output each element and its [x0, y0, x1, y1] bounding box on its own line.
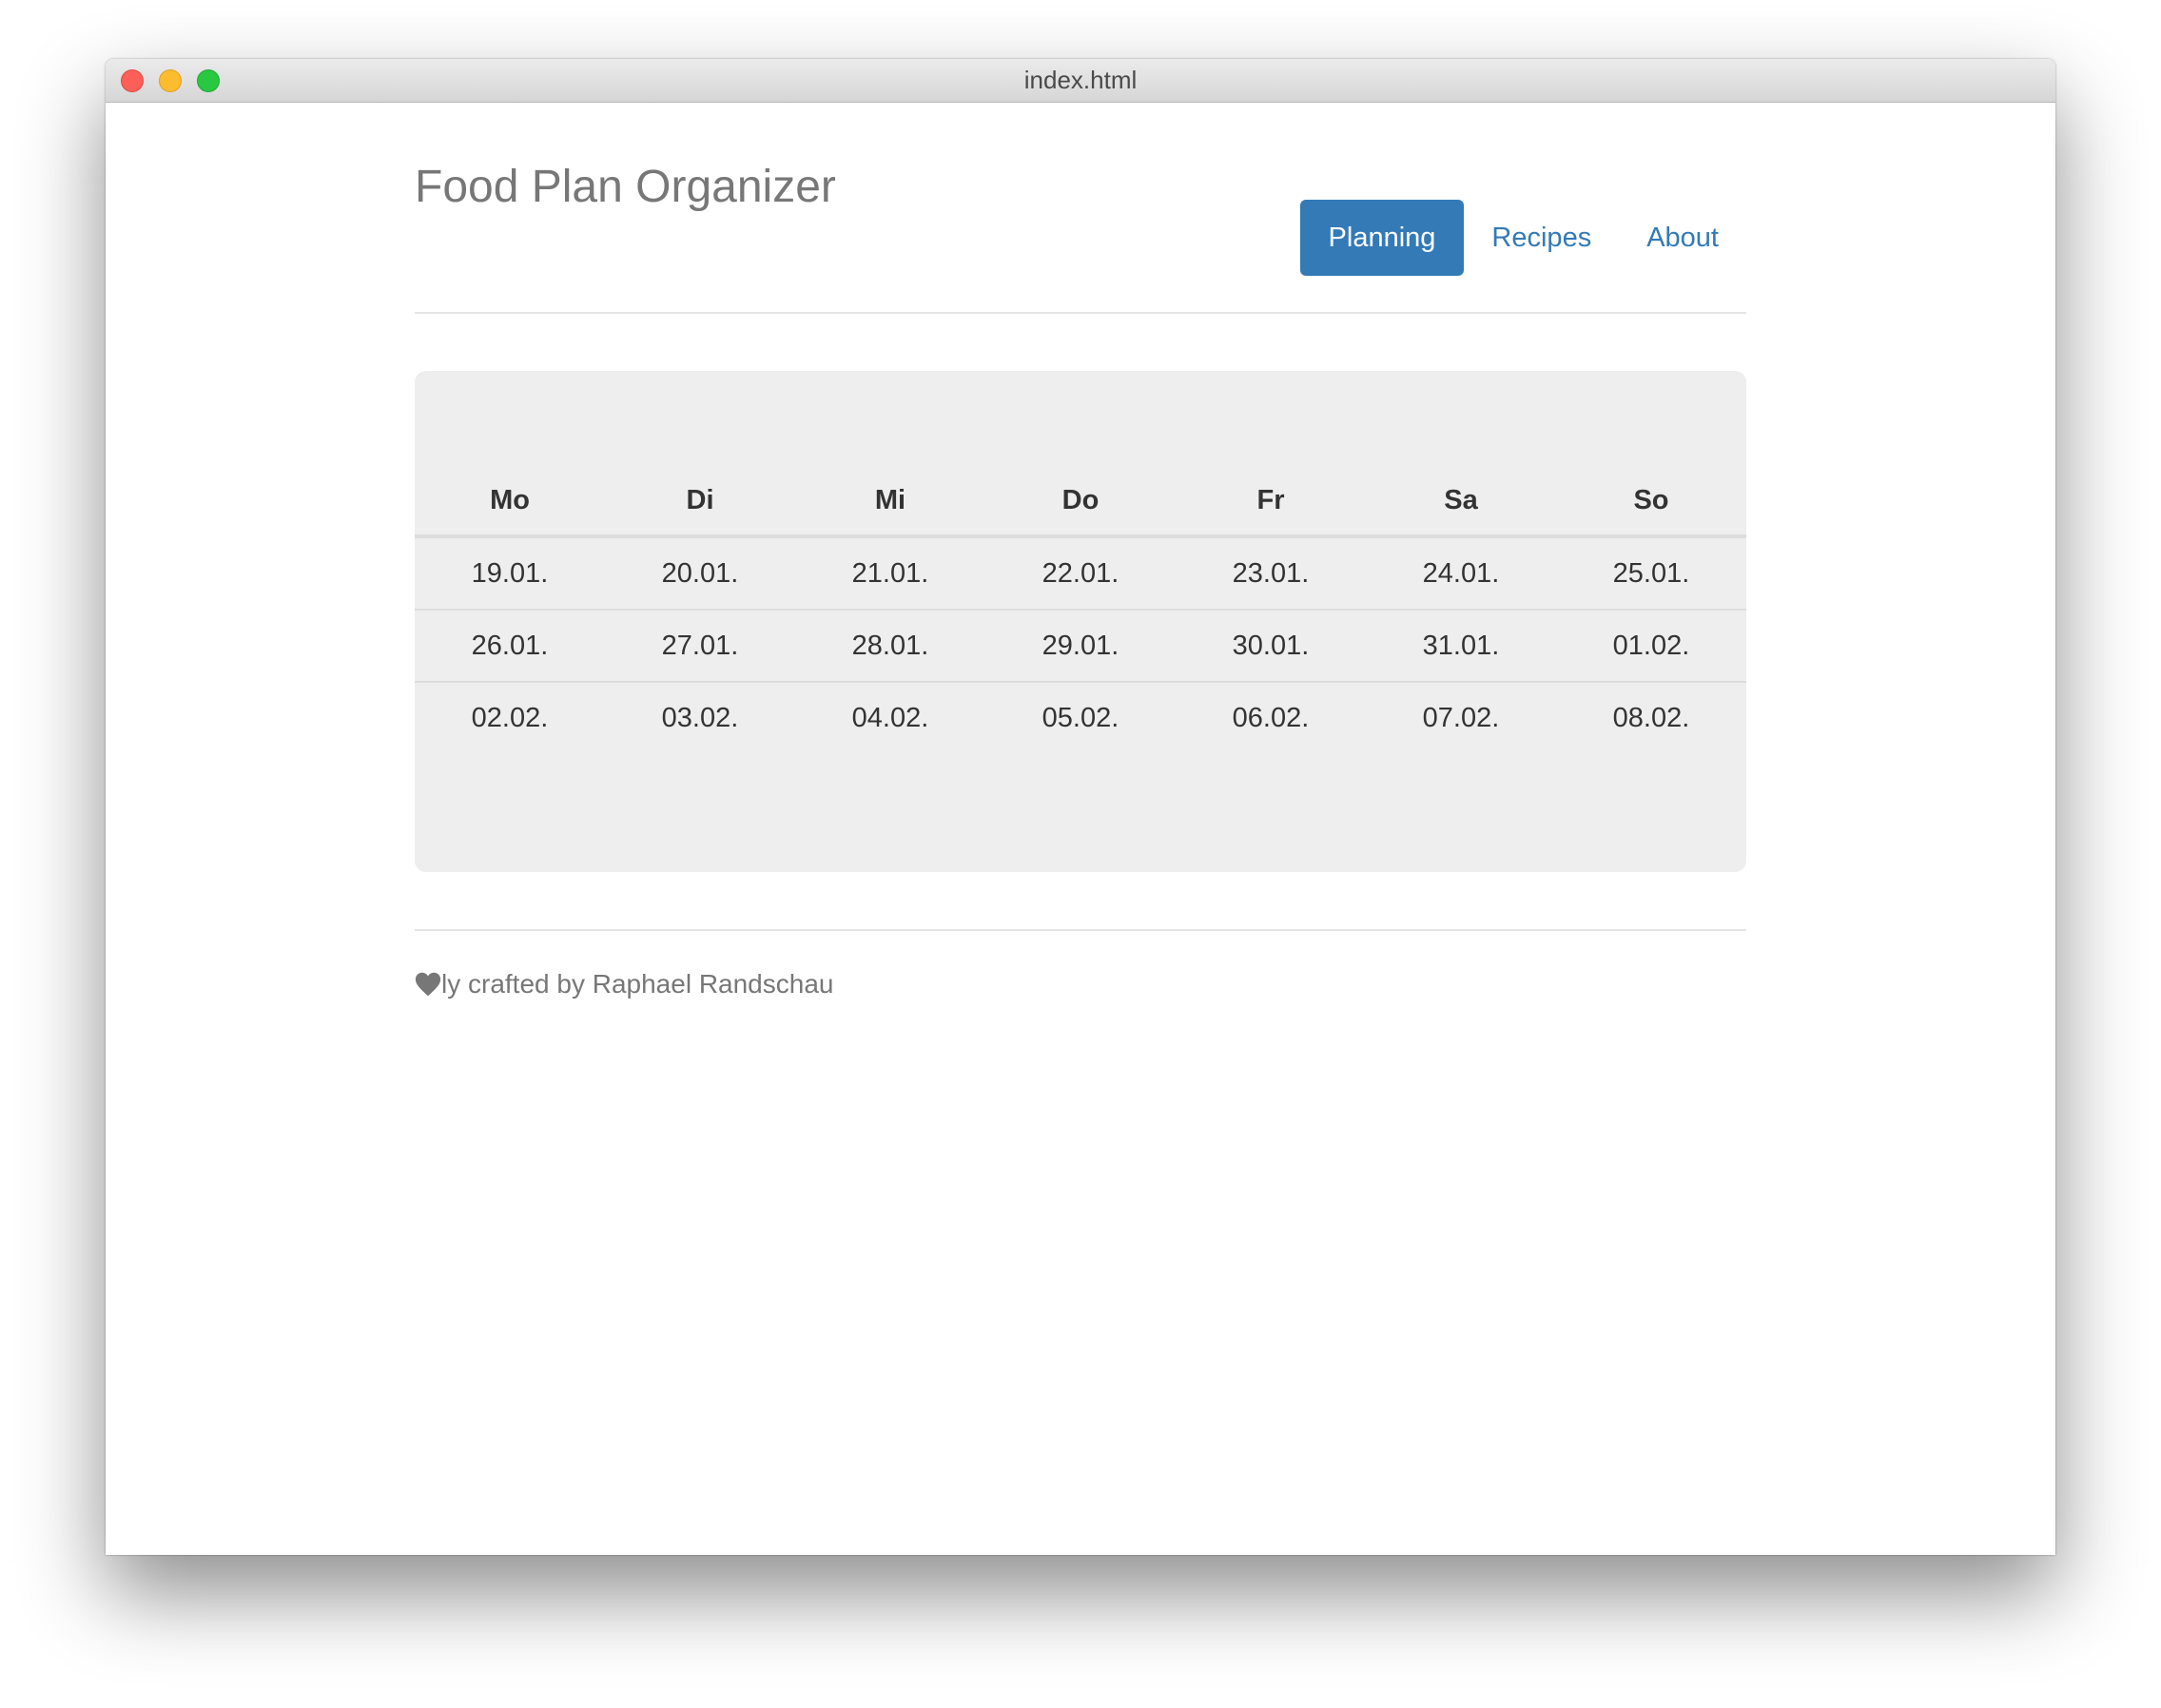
- calendar-date-cell[interactable]: 03.02.: [605, 681, 795, 753]
- calendar-date-cell[interactable]: 27.01.: [605, 609, 795, 682]
- main-nav: Planning Recipes About: [1299, 200, 1746, 276]
- calendar-table: Mo Di Mi Do Fr Sa So 19.01. 20.01. 21.01…: [415, 466, 1746, 753]
- calendar-header-row: Mo Di Mi Do Fr Sa So: [415, 466, 1746, 538]
- brand-title: Food Plan Organizer: [415, 162, 836, 212]
- calendar-week-row: 19.01. 20.01. 21.01. 22.01. 23.01. 24.01…: [415, 536, 1746, 610]
- calendar-date-cell[interactable]: 25.01.: [1556, 536, 1746, 610]
- calendar-date-cell[interactable]: 02.02.: [415, 681, 605, 753]
- calendar-date-cell[interactable]: 05.02.: [985, 681, 1176, 753]
- day-header: Sa: [1366, 466, 1556, 538]
- calendar-date-cell[interactable]: 01.02.: [1556, 609, 1746, 682]
- heart-icon: [415, 972, 441, 997]
- nav-recipes[interactable]: Recipes: [1464, 200, 1619, 276]
- browser-window: index.html Food Plan Organizer Planning …: [106, 59, 2055, 1555]
- calendar-date-cell[interactable]: 29.01.: [985, 609, 1176, 682]
- footer-text: ly crafted by Raphael Randschau: [441, 969, 834, 999]
- day-header: Di: [605, 466, 795, 538]
- calendar-date-cell[interactable]: 22.01.: [985, 536, 1176, 610]
- page-container: Food Plan Organizer Planning Recipes Abo…: [415, 102, 1746, 999]
- calendar-date-cell[interactable]: 31.01.: [1366, 609, 1556, 682]
- calendar-date-cell[interactable]: 19.01.: [415, 536, 605, 610]
- page-header: Food Plan Organizer Planning Recipes Abo…: [415, 102, 1746, 314]
- calendar-date-cell[interactable]: 06.02.: [1176, 681, 1366, 753]
- calendar-date-cell[interactable]: 24.01.: [1366, 536, 1556, 610]
- calendar-date-cell[interactable]: 26.01.: [415, 609, 605, 682]
- nav-about[interactable]: About: [1619, 200, 1746, 276]
- calendar-date-cell[interactable]: 28.01.: [795, 609, 985, 682]
- day-header: Mi: [795, 466, 985, 538]
- calendar-date-cell[interactable]: 21.01.: [795, 536, 985, 610]
- footer-credit: ly crafted by Raphael Randschau: [415, 969, 1746, 1000]
- day-header: Do: [985, 466, 1176, 538]
- day-header: So: [1556, 466, 1746, 538]
- page-footer: ly crafted by Raphael Randschau: [415, 929, 1746, 1000]
- calendar-week-row: 26.01. 27.01. 28.01. 29.01. 30.01. 31.01…: [415, 609, 1746, 682]
- day-header: Fr: [1176, 466, 1366, 538]
- calendar-date-cell[interactable]: 08.02.: [1556, 681, 1746, 753]
- calendar-date-cell[interactable]: 23.01.: [1176, 536, 1366, 610]
- calendar-date-cell[interactable]: 30.01.: [1176, 609, 1366, 682]
- nav-planning[interactable]: Planning: [1299, 200, 1465, 276]
- calendar-date-cell[interactable]: 07.02.: [1366, 681, 1556, 753]
- day-header: Mo: [415, 466, 605, 538]
- calendar-week-row: 02.02. 03.02. 04.02. 05.02. 06.02. 07.02…: [415, 681, 1746, 753]
- calendar-date-cell[interactable]: 20.01.: [605, 536, 795, 610]
- calendar-date-cell[interactable]: 04.02.: [795, 681, 985, 753]
- title-bar[interactable]: index.html: [106, 59, 2055, 103]
- calendar-panel: Mo Di Mi Do Fr Sa So 19.01. 20.01. 21.01…: [415, 371, 1746, 872]
- window-title: index.html: [1023, 66, 1138, 94]
